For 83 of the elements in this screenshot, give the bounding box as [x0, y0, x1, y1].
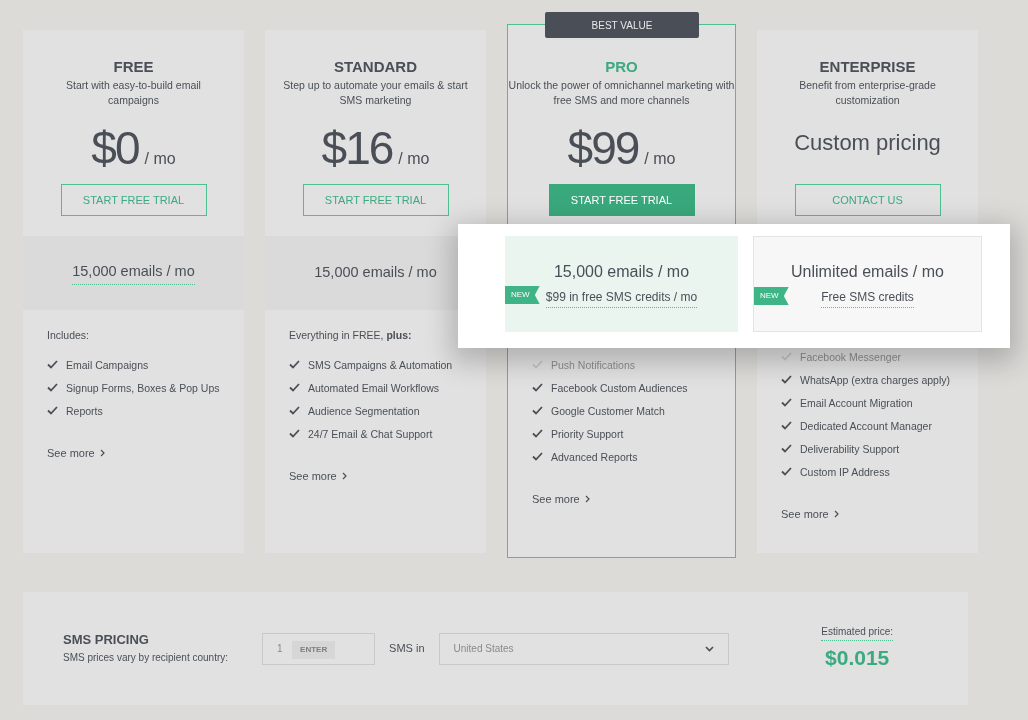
feature-item: Email Campaigns [66, 357, 149, 372]
feature-item: Facebook Custom Audiences [551, 381, 688, 395]
plan-button[interactable]: START FREE TRIAL [60, 184, 207, 216]
email-allowance: 15,000 emails / mo [314, 263, 437, 283]
plan-name: ENTERPRISE [818, 58, 917, 76]
check-icon [781, 444, 792, 453]
price-period: / mo [144, 149, 176, 169]
feature-item: Push Notifications [551, 358, 636, 372]
see-more-link[interactable]: See more [532, 491, 590, 508]
feature-item: Reports [66, 403, 103, 418]
check-icon [532, 452, 543, 461]
feature-item: Signup Forms, Boxes & Pop Ups [66, 380, 220, 395]
best-value-badge: BEST VALUE [545, 12, 699, 38]
check-icon [47, 405, 58, 415]
feature-item: WhatsApp (extra charges apply) [800, 373, 950, 387]
check-icon [289, 382, 300, 392]
plan-name: PRO [604, 58, 639, 76]
plan-description: Unlock the power of omnichannel marketing with free SMS and more channels [508, 78, 735, 108]
feature-item: Dedicated Account Manager [800, 419, 932, 433]
feature-item: SMS Campaigns & Automation [308, 357, 453, 372]
feature-item: Email Account Migration [800, 396, 913, 410]
estimated-price: $0.015 [824, 644, 891, 671]
check-icon [781, 467, 792, 476]
check-icon [781, 375, 792, 384]
check-icon [47, 359, 58, 369]
feature-item: Google Customer Match [551, 404, 665, 418]
enter-tag: ENTER [292, 640, 336, 659]
plan-price: $0 [91, 121, 139, 176]
feature-item: Audience Segmentation [308, 403, 420, 418]
feature-item: Deliverability Support [800, 442, 900, 456]
check-icon [289, 428, 300, 438]
feature-item: Automated Email Workflows [308, 380, 440, 395]
price-period: / mo [644, 149, 676, 169]
new-ribbon: NEW [505, 286, 540, 304]
estimate-label: Estimated price: [821, 623, 893, 641]
check-icon [781, 398, 792, 407]
plan-price: Custom pricing [794, 129, 941, 157]
sms-credits: $99 in free SMS credits / mo [545, 288, 698, 308]
select-placeholder: United States [453, 642, 514, 656]
start-trial-button[interactable]: START FREE TRIAL [548, 184, 695, 216]
check-icon [47, 382, 58, 392]
list-heading: Includes: [47, 328, 91, 343]
feature-item: 24/7 Email & Chat Support [308, 426, 433, 441]
check-icon [532, 406, 543, 415]
chevron-right-icon [99, 449, 105, 457]
see-more-link[interactable]: See more [781, 506, 839, 523]
list-heading: Everything in FREE, plus: [289, 328, 413, 343]
see-more-link[interactable]: See more [47, 444, 105, 462]
email-allowance: 15,000 emails / mo [553, 262, 690, 282]
plan-description: Benefit from enterprise-grade customization [798, 78, 937, 108]
price-period: / mo [398, 149, 430, 169]
country-select[interactable]: United States [438, 632, 729, 665]
plan-button[interactable]: START FREE TRIAL [302, 184, 449, 216]
check-icon [781, 352, 792, 361]
section-title: SMS PRICING [63, 631, 150, 648]
plan-name: STANDARD [332, 58, 419, 76]
plan-button[interactable]: CONTACT US [794, 184, 941, 216]
plan-price: $16 [321, 121, 393, 176]
country-label: SMS in [389, 641, 425, 657]
plan-price: $99 [567, 121, 639, 176]
chevron-right-icon [833, 510, 839, 519]
feature-item: Facebook Messenger [800, 350, 901, 364]
check-icon [289, 405, 300, 415]
email-allowance: 15,000 emails / mo [72, 261, 195, 285]
plan-description: Start with easy-to-build email campaigns [65, 78, 202, 108]
check-icon [781, 421, 792, 430]
check-icon [532, 429, 543, 438]
feature-item: Advanced Reports [551, 450, 638, 464]
check-icon [532, 360, 543, 369]
check-icon [289, 359, 300, 369]
check-icon [532, 383, 543, 392]
plan-description: Step up to automate your emails & start SMS marketing [283, 78, 468, 108]
section-subtitle: SMS prices vary by recipient country: [63, 651, 229, 666]
feature-item: Priority Support [551, 427, 624, 441]
feature-item: Custom IP Address [800, 465, 890, 479]
sms-credits: Free SMS credits [821, 288, 914, 308]
see-more-link[interactable]: See more [289, 467, 347, 485]
plan-name: FREE [112, 58, 155, 76]
chevron-down-icon [704, 645, 714, 652]
email-allowance: Unlimited emails / mo [791, 262, 944, 282]
chevron-right-icon [341, 472, 347, 480]
chevron-right-icon [584, 495, 590, 504]
new-ribbon: NEW [754, 287, 789, 305]
